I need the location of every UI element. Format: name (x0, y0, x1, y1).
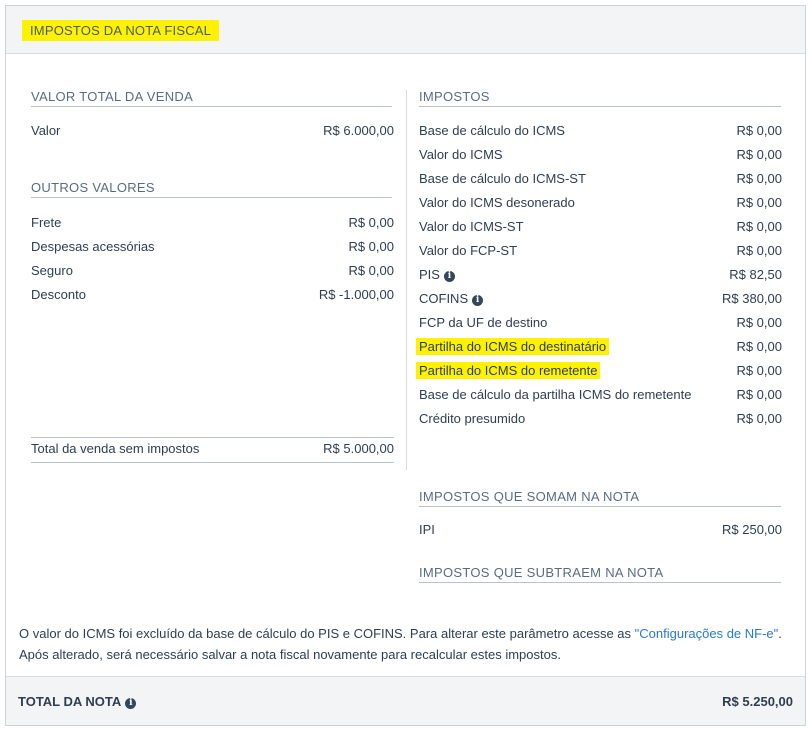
row-label: Desconto (31, 287, 86, 302)
row-value: R$ 0,00 (348, 239, 394, 254)
row-value: R$ 0,00 (736, 219, 782, 234)
row-label: Total da venda sem impostos (31, 441, 200, 456)
total-value: R$ 5.250,00 (722, 694, 793, 709)
row-value: R$ 0,00 (736, 123, 782, 138)
row-label: Valor do ICMS desonerado (419, 195, 575, 210)
row-label: Valor do ICMS (419, 147, 503, 162)
panel-title: IMPOSTOS DA NOTA FISCAL (22, 20, 220, 41)
row-label: FCP da UF de destino (419, 315, 548, 330)
row-label: Base de cálculo do ICMS (419, 123, 565, 138)
total-label-wrap: TOTAL DA NOTA i (18, 694, 137, 709)
row-value: R$ 0,00 (736, 387, 782, 402)
row-value: R$ 5.000,00 (323, 441, 394, 456)
panel-header: IMPOSTOS DA NOTA FISCAL (6, 6, 805, 54)
row-label: Partilha do ICMS do destinatário (416, 338, 610, 355)
info-icon[interactable]: i (443, 271, 455, 282)
row-label: PIS (419, 267, 440, 282)
row-label-wrap: PIS i (419, 267, 455, 283)
row-label: Crédito presumido (419, 411, 526, 426)
section-title-venda: VALOR TOTAL DA VENDA (31, 89, 392, 107)
icms-exclusion-note: O valor do ICMS foi excluído da base de … (19, 623, 789, 665)
row-value: R$ -1.000,00 (318, 287, 394, 302)
row-value: R$ 380,00 (722, 291, 782, 306)
info-icon[interactable]: i (125, 698, 137, 709)
section-title-subtraem: IMPOSTOS QUE SUBTRAEM NA NOTA (419, 565, 781, 583)
row-label: Partilha do ICMS do remetente (416, 362, 601, 379)
row-value: R$ 250,00 (722, 522, 782, 537)
row-value: R$ 0,00 (736, 363, 782, 378)
section-title-impostos: IMPOSTOS (419, 89, 781, 107)
column-divider (406, 90, 407, 470)
row-value: R$ 0,00 (736, 411, 782, 426)
row-value: R$ 6.000,00 (323, 123, 394, 138)
taxes-panel: IMPOSTOS DA NOTA FISCAL VALOR TOTAL DA V… (5, 5, 806, 726)
note-text: O valor do ICMS foi excluído da base de … (19, 626, 635, 641)
row-label: Base de cálculo do ICMS-ST (419, 171, 586, 186)
row-value: R$ 0,00 (736, 315, 782, 330)
row-value: R$ 0,00 (736, 243, 782, 258)
row-label: Frete (31, 215, 62, 230)
row-label: IPI (419, 522, 435, 537)
info-icon[interactable]: i (472, 295, 484, 306)
row-label: Seguro (31, 263, 73, 278)
row-label: COFINS (419, 291, 469, 306)
row-label: Valor (31, 123, 61, 138)
total-sem-impostos: Total da venda sem impostos R$ 5.000,00 (31, 437, 394, 463)
row-value: R$ 0,00 (348, 215, 394, 230)
section-title-somam: IMPOSTOS QUE SOMAM NA NOTA (419, 489, 781, 507)
row-label: Base de cálculo da partilha ICMS do reme… (419, 387, 692, 402)
row-value: R$ 0,00 (736, 147, 782, 162)
nfe-settings-link[interactable]: "Configurações de NF-e" (635, 626, 779, 641)
row-label: Valor do ICMS-ST (419, 219, 524, 234)
row-value: R$ 0,00 (736, 339, 782, 354)
row-label-wrap: COFINS i (419, 291, 484, 307)
row-label: Valor do FCP-ST (419, 243, 518, 258)
total-footer: TOTAL DA NOTA i R$ 5.250,00 (6, 676, 805, 725)
row-label: Despesas acessórias (31, 239, 155, 254)
row-value: R$ 0,00 (736, 195, 782, 210)
row-value: R$ 0,00 (736, 171, 782, 186)
row-value: R$ 0,00 (348, 263, 394, 278)
section-title-outros: OUTROS VALORES (31, 180, 392, 198)
total-label: TOTAL DA NOTA (18, 694, 122, 709)
row-value: R$ 82,50 (729, 267, 782, 282)
